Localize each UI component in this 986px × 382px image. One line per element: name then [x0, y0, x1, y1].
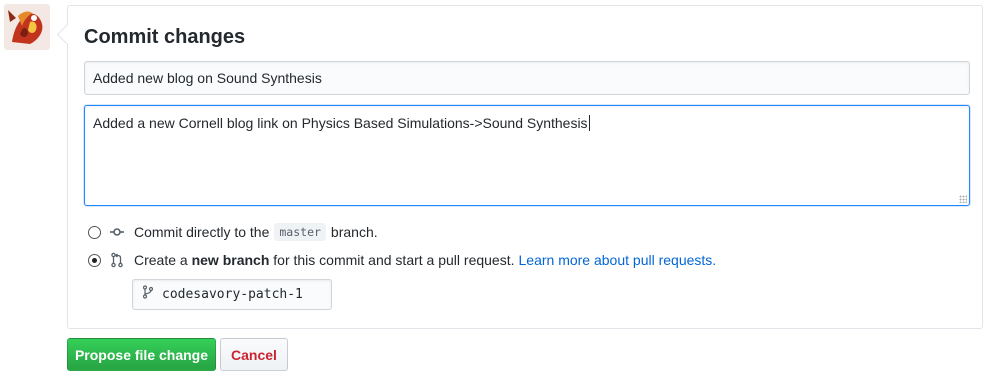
avatar[interactable]	[4, 4, 50, 50]
option-branch-suffix: for this commit and start a pull request…	[273, 252, 515, 268]
option-direct-prefix: Commit directly to the	[134, 224, 270, 240]
commit-description-value: Added a new Cornell blog link on Physics…	[93, 115, 588, 131]
radio-commit-directly[interactable]	[88, 225, 101, 239]
commit-summary-value: Added new blog on Sound Synthesis	[93, 70, 322, 86]
learn-more-pull-requests-link[interactable]: Learn more about pull requests.	[519, 252, 717, 268]
radio-new-branch[interactable]	[88, 253, 101, 267]
cancel-button[interactable]: Cancel	[220, 338, 288, 371]
branch-code-master: master	[274, 223, 326, 241]
option-commit-directly[interactable]: Commit directly to the master branch.	[88, 223, 378, 241]
git-branch-icon	[142, 285, 154, 304]
commit-description-textarea[interactable]: Added a new Cornell blog link on Physics…	[84, 105, 970, 206]
commit-summary-input[interactable]: Added new blog on Sound Synthesis	[84, 61, 970, 95]
option-branch-bold: new branch	[191, 252, 270, 268]
new-branch-name-input[interactable]: codesavory-patch-1	[132, 279, 332, 310]
git-pull-request-icon	[110, 252, 124, 268]
option-branch-prefix: Create a	[134, 252, 188, 268]
git-commit-icon	[110, 224, 124, 240]
option-new-branch[interactable]: Create a new branch for this commit and …	[88, 252, 716, 268]
text-caret	[588, 115, 590, 131]
propose-file-change-button[interactable]: Propose file change	[67, 338, 216, 371]
avatar-image	[4, 4, 50, 50]
option-direct-suffix: branch.	[330, 224, 378, 240]
resize-handle-icon[interactable]	[959, 195, 967, 203]
new-branch-name-value: codesavory-patch-1	[162, 287, 303, 302]
commit-title: Commit changes	[84, 26, 246, 48]
